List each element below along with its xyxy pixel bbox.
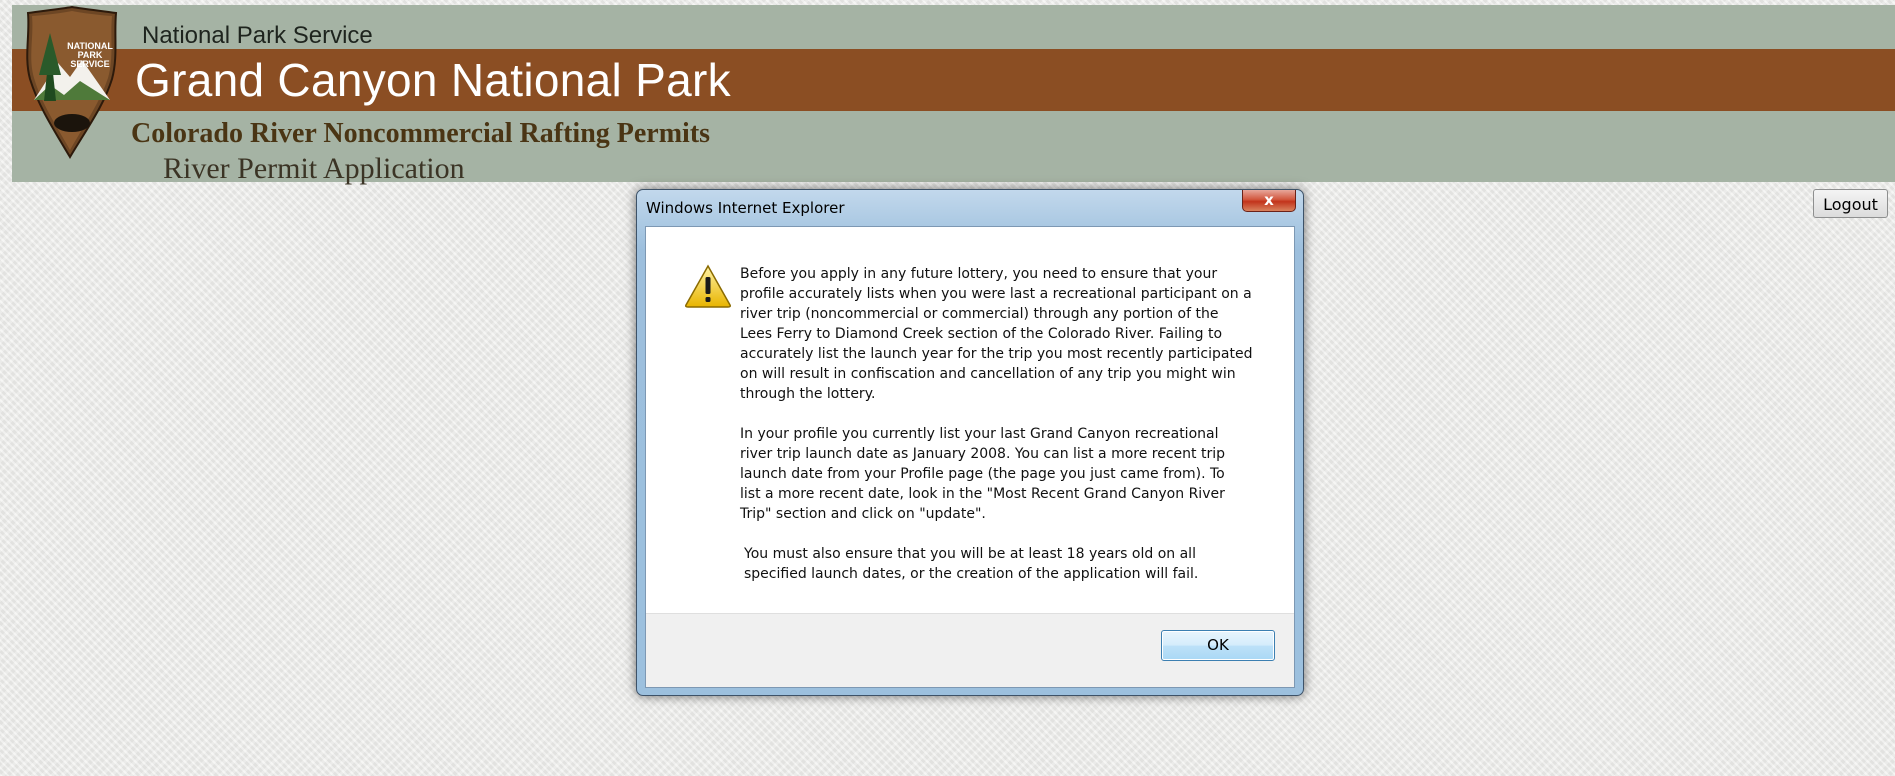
dialog-message: Before you apply in any future lottery, … — [740, 264, 1280, 604]
agency-name: National Park Service — [142, 22, 373, 49]
park-name-bar: Grand Canyon National Park — [12, 49, 1895, 111]
warning-icon — [685, 264, 731, 308]
page-title: River Permit Application — [163, 152, 465, 185]
message-paragraph-2: In your profile you currently list your … — [740, 426, 1225, 522]
message-paragraph-1: Before you apply in any future lottery, … — [740, 266, 1253, 402]
message-paragraph-3: You must also ensure that you will be at… — [744, 546, 1199, 582]
ok-button[interactable]: OK — [1161, 630, 1275, 661]
park-name: Grand Canyon National Park — [135, 54, 731, 106]
dialog-close-button[interactable]: x — [1242, 190, 1296, 212]
dialog-title: Windows Internet Explorer — [646, 199, 845, 217]
park-header-banner: Grand Canyon National Park National Park… — [12, 5, 1895, 185]
nps-arrowhead-logo: NATIONAL PARK SERVICE — [26, 5, 118, 159]
alert-dialog: Windows Internet Explorer x Before you a… — [636, 189, 1304, 696]
dialog-footer: OK — [646, 613, 1294, 687]
logo-line-3: SERVICE — [70, 59, 109, 69]
program-title: Colorado River Noncommercial Rafting Per… — [131, 118, 711, 149]
logout-button[interactable]: Logout — [1813, 189, 1888, 218]
dialog-body: Before you apply in any future lottery, … — [645, 226, 1295, 688]
